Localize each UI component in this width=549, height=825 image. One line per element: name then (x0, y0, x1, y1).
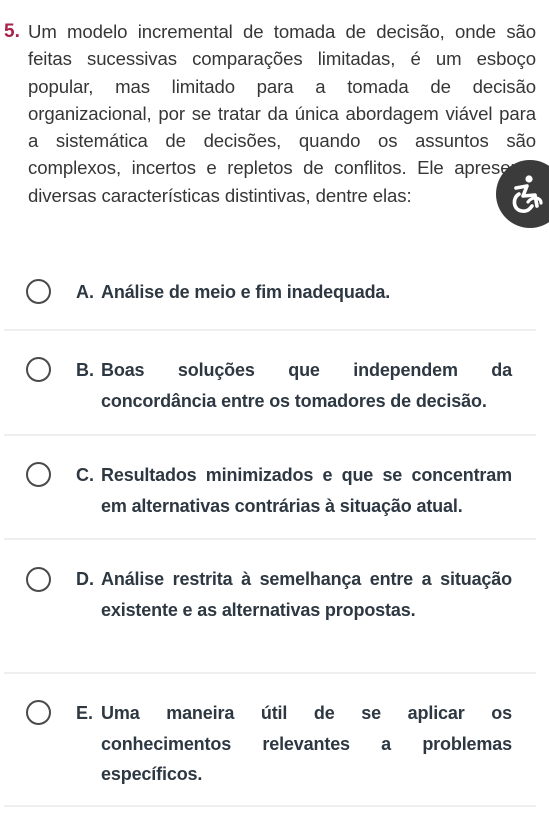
option-text: Uma maneira útil de se aplicar os conhec… (101, 703, 512, 784)
option-text: Análise de meio e fim inadequada. (101, 282, 391, 302)
option-d-label[interactable]: D. Análise restrita à semelhança entre a… (76, 564, 512, 625)
option-d[interactable]: D. Análise restrita à semelhança entre a… (4, 540, 536, 674)
radio-button-a[interactable] (26, 279, 51, 304)
option-text: Boas soluções que independem da concordâ… (101, 360, 512, 411)
radio-button-e[interactable] (26, 700, 51, 725)
radio-button-b[interactable] (26, 357, 51, 382)
option-letter: D. (76, 569, 94, 589)
accessibility-wheelchair-icon (512, 175, 543, 213)
question-text: Um modelo incremental de tomada de decis… (28, 21, 536, 206)
radio-button-c[interactable] (26, 462, 51, 487)
option-a[interactable]: A. Análise de meio e fim inadequada. (4, 258, 536, 331)
option-text: Resultados minimizados e que se concentr… (101, 465, 512, 516)
option-e[interactable]: E. Uma maneira útil de se aplicar os con… (4, 674, 536, 807)
option-a-label[interactable]: A. Análise de meio e fim inadequada. (76, 277, 512, 308)
answer-options: A. Análise de meio e fim inadequada. B. … (4, 258, 536, 807)
question-number: 5. (4, 21, 20, 42)
option-text: Análise restrita à semelhança entre a si… (101, 569, 512, 620)
option-c[interactable]: C. Resultados minimizados e que se conce… (4, 436, 536, 540)
option-letter: E. (76, 703, 94, 723)
question: 5. Um modelo incremental de tomada de de… (4, 18, 536, 209)
option-letter: C. (76, 465, 94, 485)
option-b[interactable]: B. Boas soluções que independem da conco… (4, 331, 536, 436)
option-c-label[interactable]: C. Resultados minimizados e que se conce… (76, 460, 512, 521)
option-letter: A. (76, 282, 94, 302)
option-e-label[interactable]: E. Uma maneira útil de se aplicar os con… (76, 698, 512, 790)
option-letter: B. (76, 360, 94, 380)
option-b-label[interactable]: B. Boas soluções que independem da conco… (76, 355, 512, 416)
accessibility-button[interactable] (496, 160, 549, 228)
radio-button-d[interactable] (26, 567, 51, 592)
